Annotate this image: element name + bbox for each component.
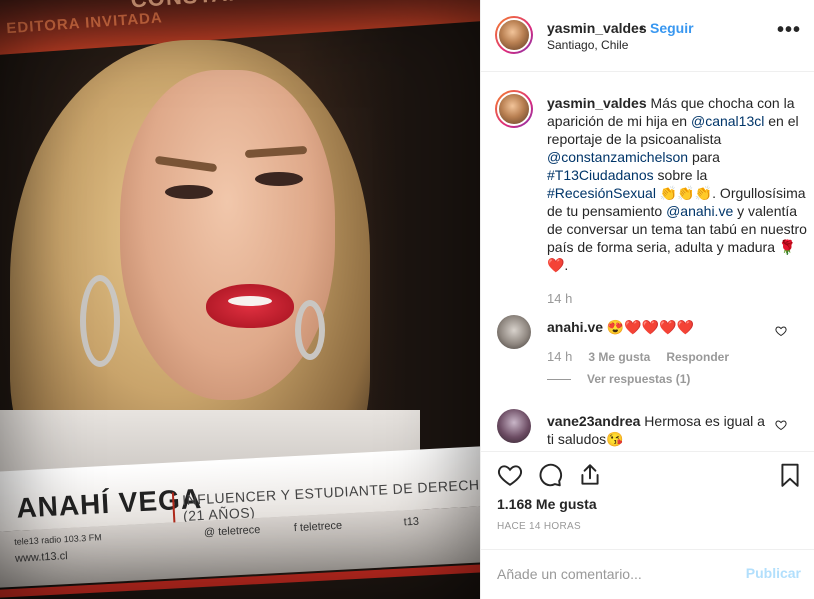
comment-input[interactable] [497, 564, 737, 584]
post-location[interactable]: Santiago, Chile [547, 38, 628, 52]
caption-text-part: para [688, 149, 720, 165]
post-timestamp[interactable]: HACE 14 HORAS [497, 521, 581, 532]
mention-canal13cl[interactable]: @canal13cl [691, 113, 764, 129]
comment-body: vane23andrea Hermosa es igual a ti salud… [547, 412, 769, 448]
mention-anahi-ve[interactable]: @anahi.ve [666, 203, 733, 219]
view-replies-label: Ver respuestas (1) [587, 372, 691, 386]
post-sidebar: yasmin_valdes • Seguir Santiago, Chile •… [480, 0, 814, 599]
post-photo[interactable]: EDITORA INVITADA CONSTANZA MICHELSON ANA… [0, 0, 480, 599]
comment-like-heart-icon[interactable] [775, 419, 787, 431]
caption-text: yasmin_valdes Más que chocha con la apar… [547, 94, 809, 274]
hashtag-recesionsexual[interactable]: #RecesiónSexual [547, 185, 656, 201]
comment-like-heart-icon[interactable] [775, 325, 787, 337]
photo-earring-right [295, 300, 325, 360]
comment-username[interactable]: vane23andrea [547, 413, 640, 429]
lower-third-web: www.t13.cl [14, 550, 68, 565]
post-comment-button[interactable]: Publicar [746, 565, 801, 581]
comment-bubble-icon[interactable] [537, 462, 563, 488]
reply-button[interactable]: Responder [666, 350, 729, 364]
replies-line [547, 379, 571, 381]
author-avatar[interactable] [495, 16, 533, 54]
lower-third-radio: tele13 radio 103.3 FM [13, 532, 102, 547]
caption-username[interactable]: yasmin_valdes [547, 95, 647, 111]
comment-time[interactable]: 14 h [547, 349, 572, 364]
photo-eye-left [165, 185, 213, 199]
lower-third-facebook: f teletrece [293, 519, 343, 535]
comments-list[interactable]: yasmin_valdes Más que chocha con la apar… [481, 73, 814, 451]
comment-meta: 14 h 3 Me gusta Responder [547, 349, 745, 364]
add-comment-bar: Publicar [481, 549, 814, 599]
caption-timestamp[interactable]: 14 h [547, 291, 572, 306]
author-username[interactable]: yasmin_valdes [547, 20, 647, 36]
hashtag-t13ciudadanos[interactable]: #T13Ciudadanos [547, 167, 654, 183]
photo-lips [206, 284, 294, 328]
share-icon[interactable] [577, 462, 603, 488]
like-heart-icon[interactable] [497, 462, 523, 488]
caption-avatar[interactable] [495, 90, 533, 128]
caption-text-part: sobre la [653, 167, 708, 183]
view-replies-button[interactable]: Ver respuestas (1) [547, 372, 690, 386]
comment-username[interactable]: anahi.ve [547, 319, 603, 335]
more-options-icon[interactable]: ••• [777, 20, 801, 40]
lower-third-instagram: @ teletrece [203, 523, 261, 539]
post-actions: 1.168 Me gusta HACE 14 HORAS [481, 451, 814, 549]
comment-text: 😍❤️❤️❤️❤️ [603, 319, 695, 335]
banner-guest-name: CONSTANZA MICHELSON [130, 0, 424, 13]
commenter-avatar[interactable] [497, 409, 531, 443]
follow-button[interactable]: Seguir [650, 20, 694, 36]
tv-lower-third: ANAHÍ VEGA INFLUENCER Y ESTUDIANTE DE DE… [0, 435, 480, 599]
mention-constanzamichelson[interactable]: @constanzamichelson [547, 149, 688, 165]
comment-body: anahi.ve 😍❤️❤️❤️❤️ [547, 318, 769, 336]
header-separator: • [639, 20, 644, 36]
post-header: yasmin_valdes • Seguir Santiago, Chile •… [481, 0, 814, 72]
commenter-avatar[interactable] [497, 315, 531, 349]
likes-count[interactable]: 1.168 Me gusta [497, 496, 597, 512]
photo-earring-left [80, 275, 120, 367]
comment-likes-count[interactable]: 3 Me gusta [588, 350, 650, 364]
lower-third-twitter: t13 [403, 515, 420, 529]
banner-guest-label: EDITORA INVITADA [5, 9, 164, 38]
bookmark-icon[interactable] [777, 462, 803, 488]
photo-eye-right [255, 172, 303, 186]
